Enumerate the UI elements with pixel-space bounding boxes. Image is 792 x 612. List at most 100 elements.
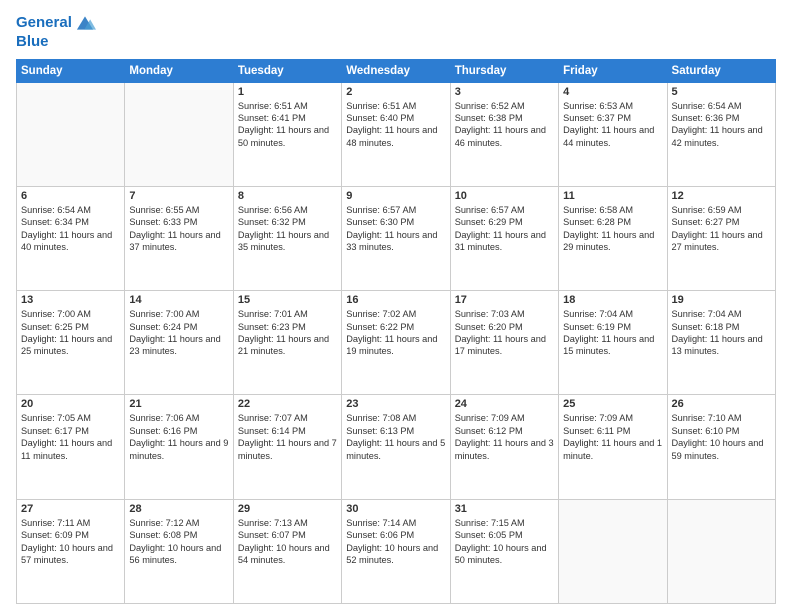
day-number: 15 — [238, 294, 337, 306]
calendar-cell: 3 Sunrise: 6:52 AM Sunset: 6:38 PM Daylig… — [450, 82, 558, 186]
cell-content: Sunrise: 7:05 AM Sunset: 6:17 PM Dayligh… — [21, 412, 120, 462]
calendar-cell: 29 Sunrise: 7:13 AM Sunset: 6:07 PM Dayli… — [233, 499, 341, 603]
day-number: 26 — [672, 398, 771, 410]
day-number: 19 — [672, 294, 771, 306]
day-number: 30 — [346, 503, 445, 515]
day-number: 31 — [455, 503, 554, 515]
calendar-day-header: Saturday — [667, 59, 775, 82]
calendar-cell: 31 Sunrise: 7:15 AM Sunset: 6:05 PM Dayli… — [450, 499, 558, 603]
calendar-cell: 7 Sunrise: 6:55 AM Sunset: 6:33 PM Daylig… — [125, 186, 233, 290]
day-number: 24 — [455, 398, 554, 410]
cell-content: Sunrise: 7:03 AM Sunset: 6:20 PM Dayligh… — [455, 308, 554, 358]
cell-content: Sunrise: 7:07 AM Sunset: 6:14 PM Dayligh… — [238, 412, 337, 462]
cell-content: Sunrise: 7:10 AM Sunset: 6:10 PM Dayligh… — [672, 412, 771, 462]
calendar-cell — [667, 499, 775, 603]
calendar-week-row: 20 Sunrise: 7:05 AM Sunset: 6:17 PM Dayli… — [17, 395, 776, 499]
calendar-cell: 4Sunrise: 6:53 AM Sunset: 6:37 PM Daylig… — [559, 82, 667, 186]
day-number: 11 — [563, 190, 662, 202]
day-number: 27 — [21, 503, 120, 515]
calendar-cell: 12 Sunrise: 6:59 AM Sunset: 6:27 PM Dayli… — [667, 186, 775, 290]
calendar-day-header: Tuesday — [233, 59, 341, 82]
calendar-cell: 10Sunrise: 6:57 AM Sunset: 6:29 PM Dayli… — [450, 186, 558, 290]
calendar-cell: 1 Sunrise: 6:51 AM Sunset: 6:41 PM Daylig… — [233, 82, 341, 186]
calendar-cell: 28Sunrise: 7:12 AM Sunset: 6:08 PM Dayli… — [125, 499, 233, 603]
day-number: 3 — [455, 86, 554, 98]
calendar-cell — [125, 82, 233, 186]
cell-content: Sunrise: 7:09 AM Sunset: 6:12 PM Dayligh… — [455, 412, 554, 462]
cell-content: Sunrise: 6:58 AM Sunset: 6:28 PM Dayligh… — [563, 204, 662, 254]
day-number: 8 — [238, 190, 337, 202]
day-number: 14 — [129, 294, 228, 306]
calendar-week-row: 13Sunrise: 7:00 AM Sunset: 6:25 PM Dayli… — [17, 291, 776, 395]
day-number: 25 — [563, 398, 662, 410]
logo-icon — [74, 12, 96, 34]
cell-content: Sunrise: 6:55 AM Sunset: 6:33 PM Dayligh… — [129, 204, 228, 254]
day-number: 5 — [672, 86, 771, 98]
calendar-cell: 9 Sunrise: 6:57 AM Sunset: 6:30 PM Daylig… — [342, 186, 450, 290]
calendar-cell: 26 Sunrise: 7:10 AM Sunset: 6:10 PM Dayli… — [667, 395, 775, 499]
day-number: 18 — [563, 294, 662, 306]
calendar-cell: 22 Sunrise: 7:07 AM Sunset: 6:14 PM Dayli… — [233, 395, 341, 499]
calendar-cell: 14 Sunrise: 7:00 AM Sunset: 6:24 PM Dayli… — [125, 291, 233, 395]
cell-content: Sunrise: 7:11 AM Sunset: 6:09 PM Dayligh… — [21, 517, 120, 567]
calendar-cell: 13Sunrise: 7:00 AM Sunset: 6:25 PM Dayli… — [17, 291, 125, 395]
day-number: 22 — [238, 398, 337, 410]
calendar-cell: 6Sunrise: 6:54 AM Sunset: 6:34 PM Daylig… — [17, 186, 125, 290]
cell-content: Sunrise: 7:06 AM Sunset: 6:16 PM Dayligh… — [129, 412, 228, 462]
day-number: 6 — [21, 190, 120, 202]
cell-content: Sunrise: 7:01 AM Sunset: 6:23 PM Dayligh… — [238, 308, 337, 358]
calendar-cell: 16 Sunrise: 7:02 AM Sunset: 6:22 PM Dayli… — [342, 291, 450, 395]
day-number: 28 — [129, 503, 228, 515]
logo: General Blue — [16, 12, 96, 51]
cell-content: Sunrise: 7:15 AM Sunset: 6:05 PM Dayligh… — [455, 517, 554, 567]
calendar-week-row: 6Sunrise: 6:54 AM Sunset: 6:34 PM Daylig… — [17, 186, 776, 290]
day-number: 1 — [238, 86, 337, 98]
calendar-cell: 5 Sunrise: 6:54 AM Sunset: 6:36 PM Daylig… — [667, 82, 775, 186]
day-number: 16 — [346, 294, 445, 306]
day-number: 20 — [21, 398, 120, 410]
cell-content: Sunrise: 7:08 AM Sunset: 6:13 PM Dayligh… — [346, 412, 445, 462]
calendar-cell: 19Sunrise: 7:04 AM Sunset: 6:18 PM Dayli… — [667, 291, 775, 395]
cell-content: Sunrise: 7:00 AM Sunset: 6:25 PM Dayligh… — [21, 308, 120, 358]
day-number: 7 — [129, 190, 228, 202]
cell-content: Sunrise: 7:04 AM Sunset: 6:19 PM Dayligh… — [563, 308, 662, 358]
calendar-cell: 17 Sunrise: 7:03 AM Sunset: 6:20 PM Dayli… — [450, 291, 558, 395]
calendar-table: SundayMondayTuesdayWednesdayThursdayFrid… — [16, 59, 776, 605]
day-number: 29 — [238, 503, 337, 515]
cell-content: Sunrise: 6:57 AM Sunset: 6:30 PM Dayligh… — [346, 204, 445, 254]
cell-content: Sunrise: 6:52 AM Sunset: 6:38 PM Dayligh… — [455, 100, 554, 150]
cell-content: Sunrise: 6:59 AM Sunset: 6:27 PM Dayligh… — [672, 204, 771, 254]
calendar-cell: 25Sunrise: 7:09 AM Sunset: 6:11 PM Dayli… — [559, 395, 667, 499]
calendar-cell: 2Sunrise: 6:51 AM Sunset: 6:40 PM Daylig… — [342, 82, 450, 186]
calendar-day-header: Sunday — [17, 59, 125, 82]
calendar-week-row: 1 Sunrise: 6:51 AM Sunset: 6:41 PM Daylig… — [17, 82, 776, 186]
calendar-cell — [559, 499, 667, 603]
cell-content: Sunrise: 7:00 AM Sunset: 6:24 PM Dayligh… — [129, 308, 228, 358]
logo-blue-text: Blue — [16, 34, 96, 51]
calendar-week-row: 27 Sunrise: 7:11 AM Sunset: 6:09 PM Dayli… — [17, 499, 776, 603]
day-number: 21 — [129, 398, 228, 410]
cell-content: Sunrise: 6:56 AM Sunset: 6:32 PM Dayligh… — [238, 204, 337, 254]
cell-content: Sunrise: 7:14 AM Sunset: 6:06 PM Dayligh… — [346, 517, 445, 567]
calendar-day-header: Friday — [559, 59, 667, 82]
calendar-day-header: Monday — [125, 59, 233, 82]
cell-content: Sunrise: 6:51 AM Sunset: 6:41 PM Dayligh… — [238, 100, 337, 150]
cell-content: Sunrise: 6:54 AM Sunset: 6:36 PM Dayligh… — [672, 100, 771, 150]
day-number: 17 — [455, 294, 554, 306]
calendar-cell: 23Sunrise: 7:08 AM Sunset: 6:13 PM Dayli… — [342, 395, 450, 499]
cell-content: Sunrise: 7:02 AM Sunset: 6:22 PM Dayligh… — [346, 308, 445, 358]
calendar-cell: 20 Sunrise: 7:05 AM Sunset: 6:17 PM Dayli… — [17, 395, 125, 499]
day-number: 4 — [563, 86, 662, 98]
cell-content: Sunrise: 7:13 AM Sunset: 6:07 PM Dayligh… — [238, 517, 337, 567]
day-number: 2 — [346, 86, 445, 98]
calendar-cell: 27 Sunrise: 7:11 AM Sunset: 6:09 PM Dayli… — [17, 499, 125, 603]
calendar-cell: 30 Sunrise: 7:14 AM Sunset: 6:06 PM Dayli… — [342, 499, 450, 603]
calendar-cell: 15 Sunrise: 7:01 AM Sunset: 6:23 PM Dayli… — [233, 291, 341, 395]
page-header: General Blue — [16, 12, 776, 51]
calendar-day-header: Wednesday — [342, 59, 450, 82]
logo-text: General — [16, 15, 72, 32]
calendar-header-row: SundayMondayTuesdayWednesdayThursdayFrid… — [17, 59, 776, 82]
cell-content: Sunrise: 6:57 AM Sunset: 6:29 PM Dayligh… — [455, 204, 554, 254]
day-number: 12 — [672, 190, 771, 202]
day-number: 9 — [346, 190, 445, 202]
